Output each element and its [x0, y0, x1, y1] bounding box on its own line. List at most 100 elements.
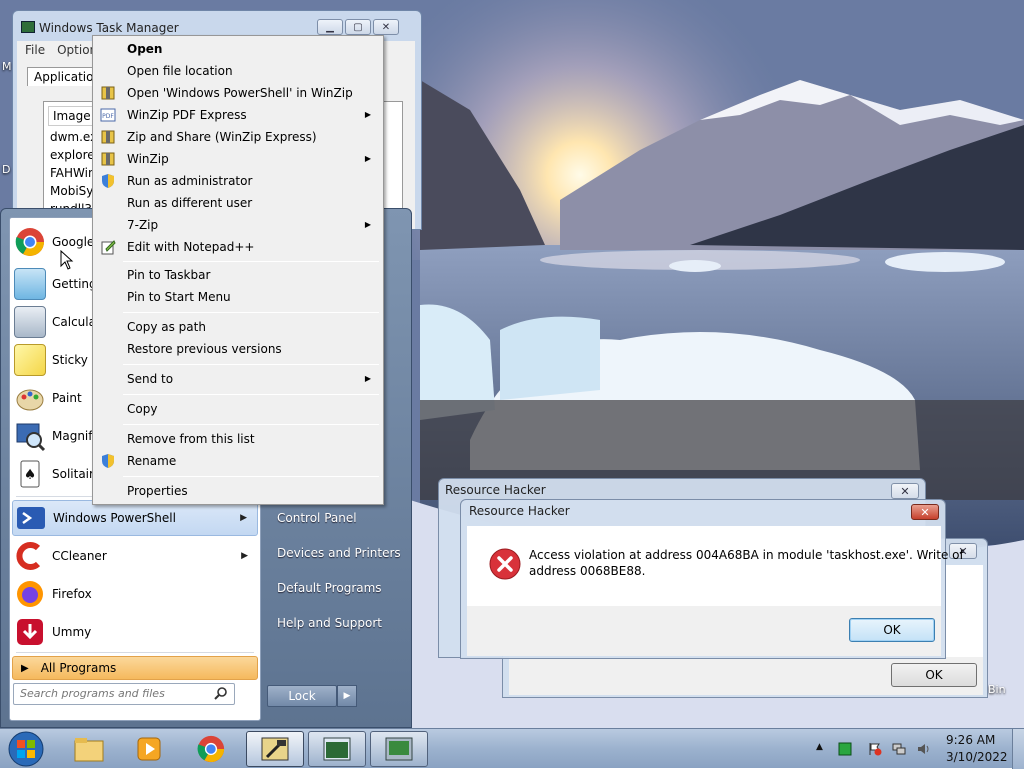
program-windows-powershell[interactable]: Windows PowerShell ▶	[12, 500, 258, 536]
taskbar-explorer-button[interactable]	[60, 731, 118, 767]
submenu-arrow-icon[interactable]: ▶	[241, 551, 248, 561]
taskbar-media-player-button[interactable]	[120, 731, 178, 767]
volume-icon[interactable]	[916, 742, 930, 756]
search-placeholder: Search programs and files	[20, 687, 165, 700]
explorer-icon	[74, 738, 104, 762]
submenu-arrow-icon: ▶	[364, 110, 371, 119]
desktop-label-fragment: M	[2, 60, 12, 73]
uac-shield-icon	[102, 454, 114, 468]
close-button[interactable]: ✕	[373, 19, 399, 35]
calculator-icon	[14, 306, 46, 338]
menu-item-open-in-winzip[interactable]: Open 'Windows PowerShell' in WinZip	[95, 82, 381, 104]
menu-item-send-to[interactable]: Send to ▶	[95, 368, 381, 390]
menu-item-label: Remove from this list	[127, 432, 255, 446]
menu-item-7-zip[interactable]: 7-Zip ▶	[95, 214, 381, 236]
network-status-icon[interactable]	[838, 742, 852, 756]
separator	[123, 364, 379, 365]
menu-item-copy[interactable]: Copy	[95, 398, 381, 420]
lock-button[interactable]: Lock	[267, 685, 337, 707]
help-and-support-link[interactable]: Help and Support	[277, 616, 382, 630]
network-connection-icon[interactable]	[892, 742, 906, 756]
resource-hacker-error-dialog[interactable]: Resource Hacker ✕ Access violation at ad…	[460, 499, 964, 659]
menu-item-edit-with-notepadpp[interactable]: Edit with Notepad++	[95, 236, 381, 258]
error-message-line2: address 0068BE88.	[529, 564, 646, 578]
menu-item-pin-to-start-menu[interactable]: Pin to Start Menu	[95, 286, 381, 308]
context-menu: Open Open file location Open 'Windows Po…	[92, 35, 384, 505]
sticky-notes-icon	[14, 344, 46, 376]
menu-item-rename[interactable]: Rename	[95, 450, 381, 472]
menu-item-remove-from-list[interactable]: Remove from this list	[95, 428, 381, 450]
menu-item-run-as-administrator[interactable]: Run as administrator	[95, 170, 381, 192]
menu-item-run-as-different-user[interactable]: Run as different user	[95, 192, 381, 214]
taskbar-task-manager-button[interactable]	[308, 731, 366, 767]
program-label: Magnifi	[52, 429, 96, 443]
show-desktop-button[interactable]	[1012, 729, 1024, 769]
chrome-icon	[197, 735, 225, 763]
taskbar-chrome-button[interactable]	[182, 731, 240, 767]
menu-item-pin-to-taskbar[interactable]: Pin to Taskbar	[95, 264, 381, 286]
menu-item-copy-as-path[interactable]: Copy as path	[95, 316, 381, 338]
show-hidden-icons-icon[interactable]: ▲	[816, 742, 830, 756]
maximize-button[interactable]: ▢	[345, 19, 371, 35]
submenu-arrow-icon: ▶	[364, 374, 371, 383]
recycle-bin-label[interactable]: Bin	[988, 683, 1006, 696]
magnifier-icon	[16, 423, 46, 452]
all-programs-button[interactable]: ▶ All Programs	[12, 656, 258, 680]
dialog-footer: OK	[509, 657, 983, 695]
menu-item-label: Properties	[127, 484, 188, 498]
menu-file[interactable]: File	[25, 41, 45, 59]
ummy-icon	[17, 619, 43, 645]
separator	[123, 476, 379, 477]
svg-text:PDF: PDF	[102, 113, 114, 120]
menu-item-zip-and-share[interactable]: Zip and Share (WinZip Express)	[95, 126, 381, 148]
terminal-icon	[385, 737, 413, 761]
search-icon	[214, 687, 227, 700]
close-button[interactable]: ✕	[911, 504, 939, 520]
control-panel-link[interactable]: Control Panel	[277, 511, 357, 525]
menu-item-properties[interactable]: Properties	[95, 480, 381, 502]
firefox-icon	[17, 581, 43, 607]
taskbar: ▲ 9:26 AM 3/10/2022	[0, 728, 1024, 769]
start-button[interactable]	[6, 730, 46, 768]
window-title: Resource Hacker	[445, 483, 546, 497]
clock-date[interactable]: 3/10/2022	[946, 750, 1008, 764]
resource-hacker-icon	[261, 737, 289, 761]
close-button[interactable]: ✕	[891, 483, 919, 499]
program-label: Paint	[52, 391, 82, 405]
separator	[123, 424, 379, 425]
minimize-button[interactable]: ▁	[317, 19, 343, 35]
separator	[16, 652, 254, 653]
window-title: Resource Hacker	[469, 504, 570, 518]
clock-time[interactable]: 9:26 AM	[946, 733, 995, 747]
mouse-cursor-icon	[60, 250, 74, 270]
program-label: Windows PowerShell	[53, 511, 176, 525]
menu-item-label: 7-Zip	[127, 218, 159, 232]
program-ccleaner[interactable]: CCleaner ▶	[12, 538, 258, 574]
ok-button[interactable]: OK	[891, 663, 977, 687]
ok-button[interactable]: OK	[849, 618, 935, 642]
default-programs-link[interactable]: Default Programs	[277, 581, 382, 595]
ccleaner-icon	[16, 542, 41, 570]
program-label: Google	[52, 235, 95, 249]
menu-item-label: Send to	[127, 372, 174, 386]
menu-item-winzip[interactable]: WinZip ▶	[95, 148, 381, 170]
action-center-flag-icon[interactable]	[868, 742, 882, 756]
menu-item-label: Pin to Taskbar	[127, 268, 211, 282]
menu-item-label: Run as different user	[127, 196, 253, 210]
program-firefox[interactable]: Firefox	[12, 576, 258, 612]
search-input[interactable]: Search programs and files	[13, 683, 235, 705]
error-message-line1: Access violation at address 004A68BA in …	[529, 548, 964, 562]
menu-item-label: Rename	[127, 454, 177, 468]
submenu-arrow-icon[interactable]: ▶	[240, 513, 247, 523]
devices-and-printers-link[interactable]: Devices and Printers	[277, 546, 401, 560]
shutdown-options-arrow-icon[interactable]: ▶	[337, 685, 357, 707]
program-ummy[interactable]: Ummy	[12, 614, 258, 650]
menu-item-open[interactable]: Open	[95, 38, 381, 60]
submenu-arrow-icon: ▶	[364, 154, 371, 163]
taskbar-resource-hacker-button[interactable]	[246, 731, 304, 767]
menu-item-winzip-pdf-express[interactable]: PDF WinZip PDF Express ▶	[95, 104, 381, 126]
menu-item-restore-previous-versions[interactable]: Restore previous versions	[95, 338, 381, 360]
menu-item-open-file-location[interactable]: Open file location	[95, 60, 381, 82]
separator	[123, 394, 379, 395]
taskbar-terminal-button[interactable]	[370, 731, 428, 767]
